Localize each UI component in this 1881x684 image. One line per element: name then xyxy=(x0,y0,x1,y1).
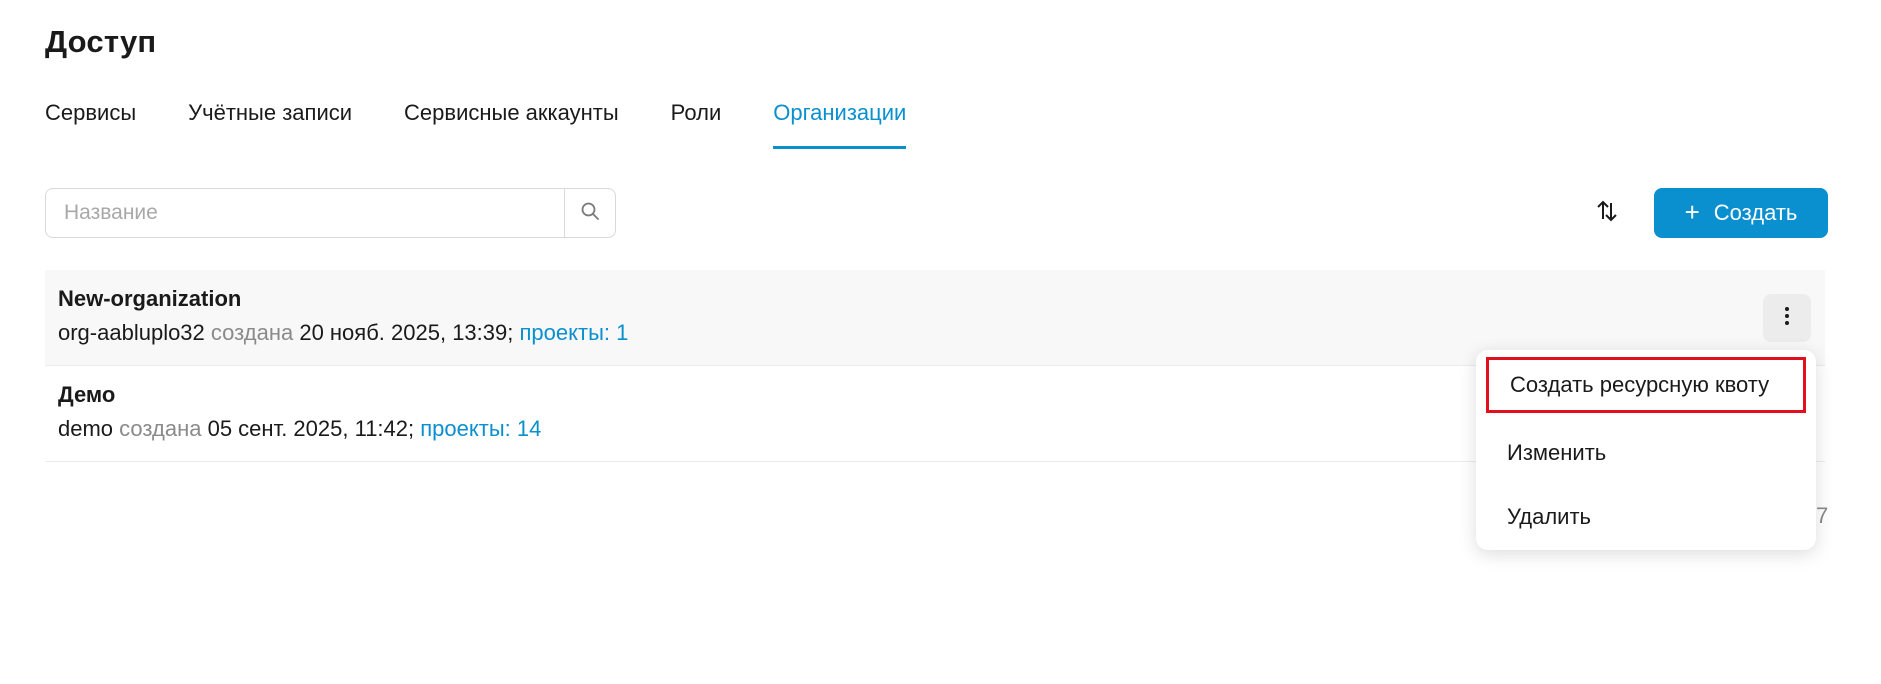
tabs: Сервисы Учётные записи Сервисные аккаунт… xyxy=(45,96,958,150)
page-title: Доступ xyxy=(45,24,157,59)
sort-arrows-icon xyxy=(1595,199,1619,228)
org-name: New-organization xyxy=(58,286,242,311)
search-box xyxy=(45,188,616,238)
tab-services[interactable]: Сервисы xyxy=(45,96,136,142)
kebab-icon xyxy=(1784,306,1790,331)
created-label: создана xyxy=(119,416,202,441)
search-icon xyxy=(580,201,600,226)
create-button-label: Создать xyxy=(1713,200,1798,225)
page: Доступ Сервисы Учётные записи Сервисные … xyxy=(0,0,1881,684)
menu-item-delete[interactable]: Удалить xyxy=(1476,485,1816,549)
sort-button[interactable] xyxy=(1590,196,1624,230)
created-date: 20 нояб. 2025, 13:39 xyxy=(299,320,508,345)
org-id: org-aabluplo32 xyxy=(58,320,205,345)
meta-separator: ; xyxy=(408,416,415,441)
menu-item-edit[interactable]: Изменить xyxy=(1476,421,1816,485)
tab-accounts[interactable]: Учётные записи xyxy=(188,96,352,142)
projects-link[interactable]: проекты: 14 xyxy=(420,416,541,441)
created-label: создана xyxy=(210,320,294,345)
org-meta: org-aabluplo32 создана 20 нояб. 2025, 13… xyxy=(58,320,628,346)
pagination-total: 7 xyxy=(1816,503,1829,528)
search-input[interactable] xyxy=(46,189,564,237)
org-id: demo xyxy=(58,416,114,441)
meta-separator: ; xyxy=(507,320,514,345)
tab-organizations[interactable]: Организации xyxy=(773,96,907,149)
menu-item-create-quota[interactable]: Создать ресурсную квоту xyxy=(1486,357,1806,413)
more-actions-button[interactable] xyxy=(1763,294,1811,342)
created-date: 05 сент. 2025, 11:42 xyxy=(207,416,409,441)
tab-roles[interactable]: Роли xyxy=(671,96,722,142)
plus-icon: + xyxy=(1684,196,1700,227)
create-button[interactable]: + Создать xyxy=(1654,188,1828,238)
projects-link[interactable]: проекты: 1 xyxy=(520,320,629,345)
org-meta: demo создана 05 сент. 2025, 11:42; проек… xyxy=(58,416,541,442)
org-name: Демо xyxy=(58,382,116,407)
context-menu: Создать ресурсную квоту Изменить Удалить xyxy=(1476,350,1816,550)
tab-service-accounts[interactable]: Сервисные аккаунты xyxy=(404,96,619,142)
search-button[interactable] xyxy=(564,189,615,237)
